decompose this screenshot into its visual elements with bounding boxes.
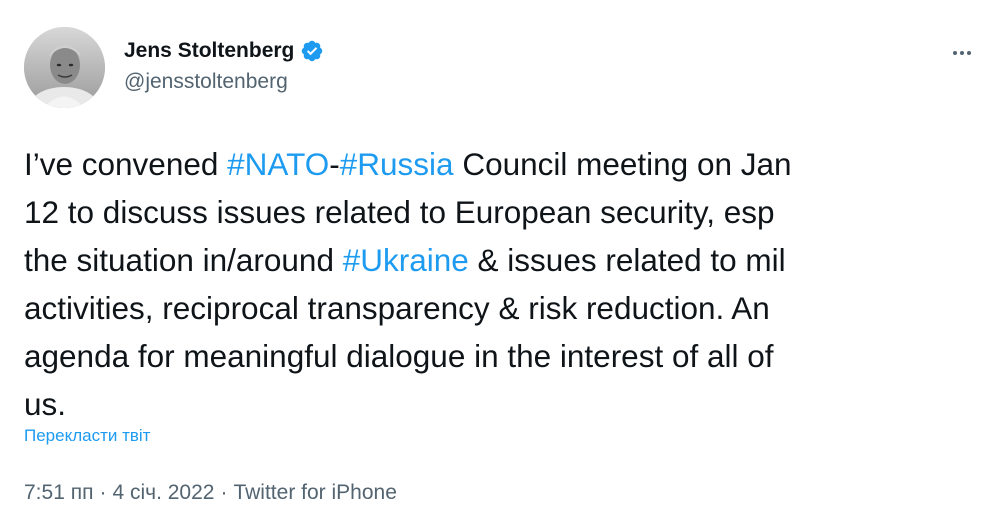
tweet-text-segment: I’ve convened xyxy=(24,146,228,182)
author-display-name[interactable]: Jens Stoltenberg xyxy=(124,39,294,63)
verified-badge-icon xyxy=(300,39,324,63)
hashtag-link[interactable]: #Russia xyxy=(340,146,454,182)
tweet-date[interactable]: 4 січ. 2022 xyxy=(112,481,214,504)
tweet-text-segment: - xyxy=(329,146,340,182)
tweet-text-line: 12 to discuss issues related to European… xyxy=(24,188,984,236)
author-handle[interactable]: @jensstoltenberg xyxy=(124,70,288,94)
tweet-text-line: agenda for meaningful dialogue in the in… xyxy=(24,332,984,380)
tweet-text-segment: & issues related to mil xyxy=(468,242,786,278)
hashtag-link[interactable]: #Ukraine xyxy=(343,242,469,278)
tweet-text-segment: Council meeting on Jan xyxy=(453,146,792,182)
tweet-text: I’ve convened #NATO-#Russia Council meet… xyxy=(24,140,984,428)
meta-separator: · xyxy=(99,481,107,504)
author-name-row: Jens Stoltenberg xyxy=(124,36,324,66)
tweet-source: Twitter for iPhone xyxy=(233,481,397,504)
meta-separator: · xyxy=(220,481,228,504)
more-options-button[interactable] xyxy=(942,33,982,73)
tweet-text-segment: activities, reciprocal transparency & ri… xyxy=(24,290,770,326)
tweet-time[interactable]: 7:51 пп xyxy=(24,481,93,504)
tweet-text-segment: the situation in/around xyxy=(24,242,343,278)
tweet-text-segment: 12 to discuss issues related to European… xyxy=(24,194,775,230)
tweet-text-line: I’ve convened #NATO-#Russia Council meet… xyxy=(24,140,984,188)
avatar[interactable] xyxy=(24,27,105,108)
tweet-text-segment: us. xyxy=(24,386,67,422)
translate-tweet-link[interactable]: Перекласти твіт xyxy=(24,426,150,446)
hashtag-link[interactable]: #NATO xyxy=(227,146,329,182)
more-horizontal-icon xyxy=(953,51,971,55)
tweet-text-line: us. xyxy=(24,380,984,428)
tweet-text-segment: agenda for meaningful dialogue in the in… xyxy=(24,338,774,374)
avatar-image xyxy=(24,27,105,108)
tweet-card: Jens Stoltenberg @jensstoltenberg I’ve c… xyxy=(0,0,1000,526)
tweet-text-line: activities, reciprocal transparency & ri… xyxy=(24,284,984,332)
tweet-meta: 7:51 пп · 4 січ. 2022 · Twitter for iPhone xyxy=(24,481,397,505)
tweet-text-line: the situation in/around #Ukraine & issue… xyxy=(24,236,984,284)
